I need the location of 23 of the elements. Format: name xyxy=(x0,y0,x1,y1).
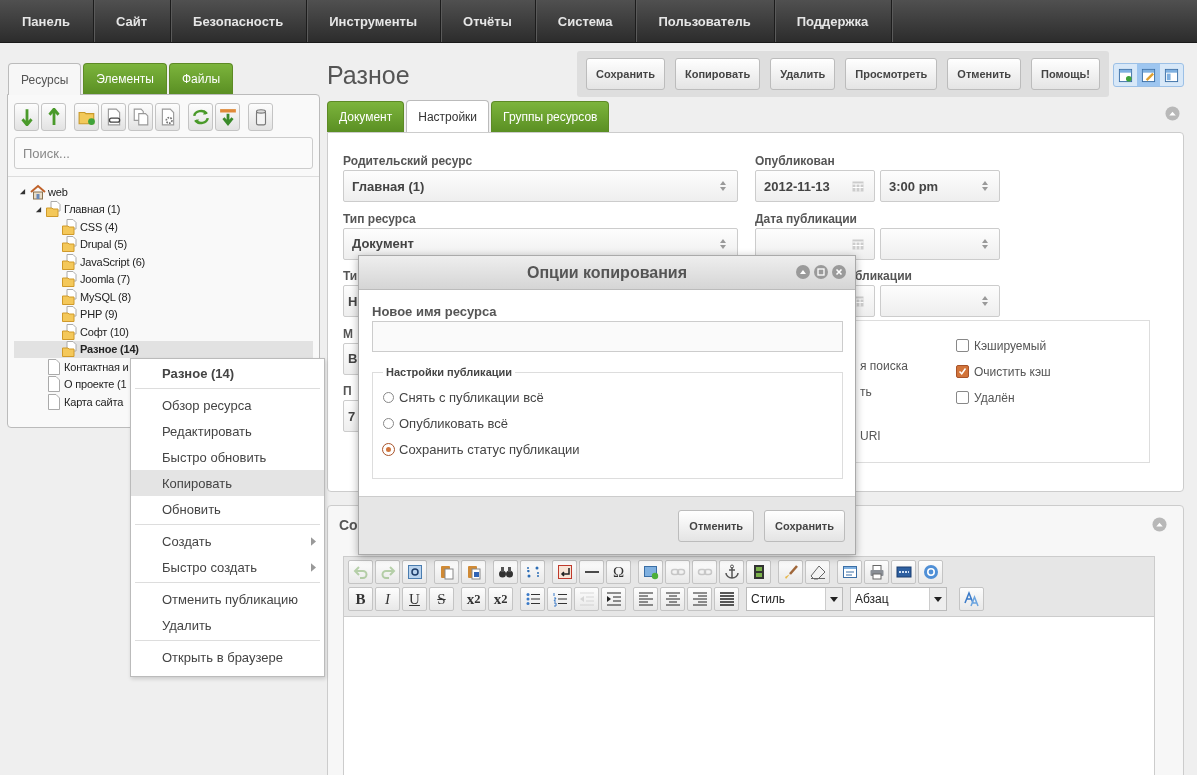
field-label: М xyxy=(343,325,353,342)
radio-label: Сохранить статус публикации xyxy=(399,441,580,457)
page-title: Разное xyxy=(327,61,411,90)
group-title: Настройки публикации xyxy=(385,366,514,378)
field-label: Дата публикации xyxy=(755,210,857,227)
field-label: Родительский ресурс xyxy=(343,153,473,169)
field-label: Тип ресурса xyxy=(343,210,416,227)
field-label: бликации xyxy=(855,268,912,284)
checkbox-label: Кэшируемый xyxy=(974,338,1047,353)
field-label: Ти xyxy=(343,268,358,284)
panel-title: Со xyxy=(339,517,358,533)
checkbox-label: ть xyxy=(860,383,873,401)
field-label: П xyxy=(343,383,352,399)
checkbox-label: Удалён xyxy=(974,390,1015,405)
radio-label: Снять с публикации всё xyxy=(399,389,544,405)
context-menu-title: Разное (14) xyxy=(161,365,236,383)
field-label: Новое имя ресурса xyxy=(372,304,498,320)
checkbox-label: я поиска xyxy=(860,357,909,375)
radio-label: Опубликовать всё xyxy=(399,415,509,431)
field-label: Опубликован xyxy=(755,153,835,169)
dialog-title: Опции копирования xyxy=(526,263,687,282)
checkbox-label: URI xyxy=(860,427,882,445)
checkbox-label: Очистить кэш xyxy=(974,364,1051,379)
